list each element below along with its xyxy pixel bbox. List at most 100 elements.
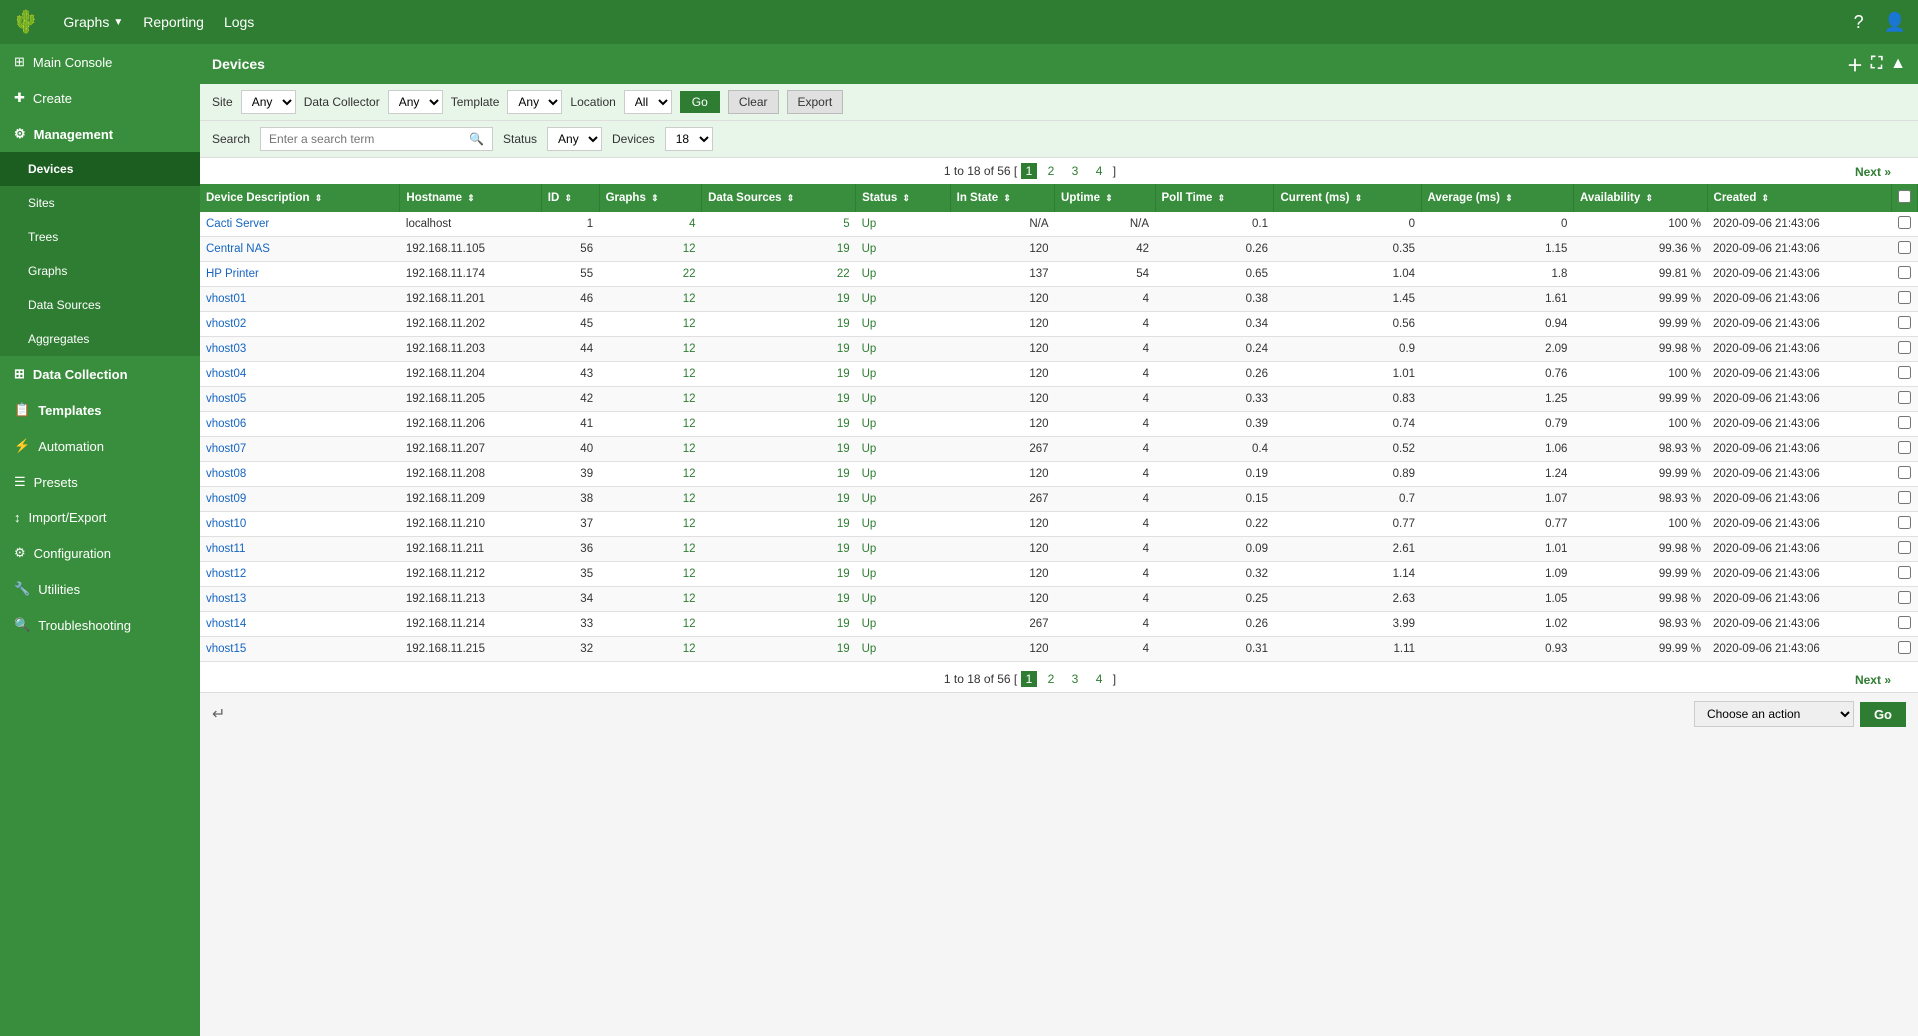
sidebar-item-presets[interactable]: ☰ Presets [0,464,200,500]
page-4-link[interactable]: 4 [1091,163,1108,179]
row-checkbox[interactable] [1898,241,1911,254]
graph-count-link[interactable]: 5 [843,218,849,230]
select-all-checkbox[interactable] [1898,190,1911,203]
row-checkbox[interactable] [1898,516,1911,529]
graph-count-link[interactable]: 19 [837,368,850,380]
sidebar-item-configuration[interactable]: ⚙ Configuration [0,535,200,571]
data-collector-select[interactable]: Any [388,90,443,114]
row-checkbox[interactable] [1898,466,1911,479]
page-2-link[interactable]: 2 [1043,163,1060,179]
row-checkbox[interactable] [1898,441,1911,454]
row-checkbox[interactable] [1898,541,1911,554]
col-id[interactable]: ID ⇕ [541,184,599,212]
graph-count-link[interactable]: 19 [837,618,850,630]
graph-count-link[interactable]: 12 [683,243,696,255]
add-device-icon[interactable]: ＋ [1847,52,1863,76]
device-link[interactable]: vhost03 [206,343,246,355]
row-checkbox[interactable] [1898,591,1911,604]
row-checkbox[interactable] [1898,341,1911,354]
device-link[interactable]: vhost12 [206,568,246,580]
device-link[interactable]: Cacti Server [206,218,269,230]
graph-count-link[interactable]: 19 [837,643,850,655]
col-device-description[interactable]: Device Description ⇕ [200,184,400,212]
graph-count-link[interactable]: 12 [683,293,696,305]
graph-count-link[interactable]: 19 [837,543,850,555]
graph-count-link[interactable]: 12 [683,518,696,530]
device-link[interactable]: vhost02 [206,318,246,330]
row-checkbox[interactable] [1898,616,1911,629]
row-checkbox[interactable] [1898,291,1911,304]
graph-count-link[interactable]: 19 [837,518,850,530]
graph-count-link[interactable]: 19 [837,418,850,430]
device-link[interactable]: vhost06 [206,418,246,430]
graph-count-link[interactable]: 12 [683,418,696,430]
graph-count-link[interactable]: 22 [837,268,850,280]
sidebar-item-troubleshooting[interactable]: 🔍 Troubleshooting [0,607,200,643]
sidebar-item-sites[interactable]: Sites [0,186,200,220]
col-status[interactable]: Status ⇕ [856,184,951,212]
devices-per-page-select[interactable]: 18 30 50 [665,127,713,151]
bottom-page-4-link[interactable]: 4 [1091,671,1108,687]
sidebar-item-automation[interactable]: ⚡ Automation [0,428,200,464]
graph-count-link[interactable]: 19 [837,318,850,330]
page-3-link[interactable]: 3 [1067,163,1084,179]
graph-count-link[interactable]: 19 [837,293,850,305]
device-link[interactable]: Central NAS [206,243,270,255]
col-availability[interactable]: Availability ⇕ [1573,184,1707,212]
device-link[interactable]: vhost05 [206,393,246,405]
sidebar-item-main-console[interactable]: ⊞ Main Console [0,44,200,80]
device-link[interactable]: vhost10 [206,518,246,530]
graph-count-link[interactable]: 12 [683,368,696,380]
col-data-sources[interactable]: Data Sources ⇕ [702,184,856,212]
sidebar-item-graphs[interactable]: Graphs [0,254,200,288]
nav-graphs[interactable]: Graphs ▼ [63,14,123,30]
search-input[interactable] [261,128,461,150]
collapse-icon[interactable]: ▲ [1890,55,1906,73]
export-button[interactable]: Export [787,90,844,114]
graph-count-link[interactable]: 19 [837,568,850,580]
template-select[interactable]: Any [507,90,562,114]
graph-count-link[interactable]: 12 [683,343,696,355]
graph-count-link[interactable]: 19 [837,493,850,505]
bottom-next-page-link[interactable]: Next » [1850,672,1896,688]
nav-reporting[interactable]: Reporting [143,14,204,30]
row-checkbox[interactable] [1898,391,1911,404]
col-current[interactable]: Current (ms) ⇕ [1274,184,1421,212]
user-icon[interactable]: 👤 [1884,12,1906,33]
graph-count-link[interactable]: 19 [837,468,850,480]
clear-button[interactable]: Clear [728,90,779,114]
graph-count-link[interactable]: 12 [683,468,696,480]
device-link[interactable]: vhost13 [206,593,246,605]
bottom-page-2-link[interactable]: 2 [1043,671,1060,687]
graph-count-link[interactable]: 19 [837,593,850,605]
location-select[interactable]: All [624,90,672,114]
row-checkbox[interactable] [1898,566,1911,579]
graph-count-link[interactable]: 12 [683,593,696,605]
filter-go-button[interactable]: Go [680,91,720,113]
sidebar-item-aggregates[interactable]: Aggregates [0,322,200,356]
row-checkbox[interactable] [1898,366,1911,379]
sidebar-item-data-sources[interactable]: Data Sources [0,288,200,322]
device-link[interactable]: vhost07 [206,443,246,455]
row-checkbox[interactable] [1898,266,1911,279]
col-hostname[interactable]: Hostname ⇕ [400,184,541,212]
sidebar-item-create[interactable]: ✚ Create [0,80,200,116]
status-select[interactable]: Any [547,127,602,151]
graph-count-link[interactable]: 12 [683,568,696,580]
sidebar-item-utilities[interactable]: 🔧 Utilities [0,571,200,607]
graph-count-link[interactable]: 19 [837,343,850,355]
col-graphs[interactable]: Graphs ⇕ [599,184,701,212]
col-created[interactable]: Created ⇕ [1707,184,1891,212]
graph-count-link[interactable]: 22 [683,268,696,280]
sidebar-item-import-export[interactable]: ↕ Import/Export [0,500,200,535]
bottom-page-1-link[interactable]: 1 [1021,671,1038,687]
device-link[interactable]: vhost14 [206,618,246,630]
device-link[interactable]: vhost11 [206,543,245,555]
col-poll-time[interactable]: Poll Time ⇕ [1155,184,1274,212]
col-uptime[interactable]: Uptime ⇕ [1055,184,1155,212]
graph-count-link[interactable]: 19 [837,393,850,405]
device-link[interactable]: vhost08 [206,468,246,480]
col-select-all[interactable] [1892,184,1918,212]
device-link[interactable]: vhost04 [206,368,246,380]
graph-count-link[interactable]: 12 [683,643,696,655]
